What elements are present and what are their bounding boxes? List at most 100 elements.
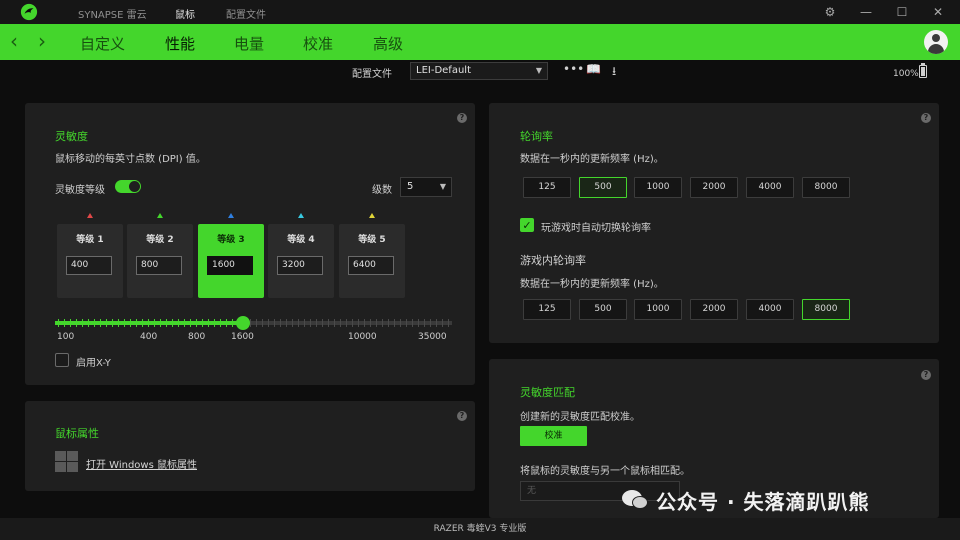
ingame-polling-desc: 数据在一秒内的更新频率 (Hz)。 [520, 279, 664, 290]
slider-tick [442, 319, 443, 327]
slider-tick [166, 319, 167, 327]
chevron-down-icon: ▼ [535, 66, 542, 75]
stage-toggle[interactable] [115, 180, 141, 193]
level-dpi-input[interactable]: 3200 [277, 256, 323, 275]
slider-tick [226, 319, 227, 327]
tab-calibration[interactable]: 校准 [303, 33, 333, 54]
help-icon[interactable]: ? [457, 411, 467, 421]
tab-power[interactable]: 电量 [234, 33, 264, 54]
chevron-down-icon: ▼ [439, 182, 446, 191]
calibrate-button[interactable]: 校准 [520, 426, 587, 446]
dpi-slider-thumb[interactable] [236, 316, 250, 330]
slider-tick [382, 319, 383, 327]
level-card-3[interactable]: 等级 3 1600 [198, 224, 264, 298]
level-dpi-input[interactable]: 6400 [348, 256, 394, 275]
more-options-icon[interactable]: ••• [563, 62, 584, 76]
slider-label: 400 [140, 332, 158, 342]
level-count-dropdown[interactable]: 5 ▼ [400, 177, 452, 197]
auto-switch-checkbox[interactable]: ✓ [520, 218, 534, 232]
slider-tick [352, 319, 353, 327]
open-mouse-properties-link[interactable]: 打开 Windows 鼠标属性 [86, 456, 197, 471]
slider-tick [88, 319, 89, 327]
slider-tick [340, 319, 341, 327]
maximize-icon[interactable]: ☐ [890, 2, 914, 22]
help-icon[interactable]: ? [921, 370, 931, 380]
slider-tick [322, 319, 323, 327]
profile-label: 配置文件 [352, 69, 392, 80]
rate-2000-button[interactable]: 2000 [690, 177, 738, 198]
title-bar: SYNAPSE 雷云 鼠标 配置文件 ⚙ — ☐ ✕ [0, 0, 960, 24]
ingame-rate-8000-button[interactable]: 8000 [802, 299, 850, 320]
book-icon[interactable]: 📖 [586, 62, 601, 76]
slider-tick [118, 319, 119, 327]
titlebar-tab-profiles[interactable]: 配置文件 [226, 6, 266, 21]
slider-tick [184, 319, 185, 327]
level-card-4[interactable]: 等级 4 3200 [268, 224, 334, 298]
rate-8000-button[interactable]: 8000 [802, 177, 850, 198]
slider-tick [436, 319, 437, 327]
level-dpi-input[interactable]: 1600 [207, 256, 253, 275]
tab-advanced[interactable]: 高级 [373, 33, 403, 54]
slider-tick [82, 319, 83, 327]
rate-4000-button[interactable]: 4000 [746, 177, 794, 198]
xy-checkbox[interactable] [55, 353, 69, 367]
rate-125-button[interactable]: 125 [523, 177, 571, 198]
slider-tick [364, 319, 365, 327]
download-icon[interactable]: ⭳ [612, 62, 616, 83]
slider-tick [160, 319, 161, 327]
slider-tick [280, 319, 281, 327]
user-avatar[interactable] [924, 30, 948, 54]
profile-dropdown[interactable]: LEI-Default ▼ [410, 62, 548, 80]
gear-icon[interactable]: ⚙ [818, 2, 842, 22]
rate-1000-button[interactable]: 1000 [634, 177, 682, 198]
sensitivity-match-desc: 创建新的灵敏度匹配校准。 [520, 412, 640, 423]
slider-tick [394, 319, 395, 327]
slider-tick [154, 319, 155, 327]
help-icon[interactable]: ? [921, 113, 931, 123]
sensitivity-desc: 鼠标移动的每英寸点数 (DPI) 值。 [55, 154, 206, 165]
mouse-properties-title: 鼠标属性 [55, 427, 99, 440]
ingame-rate-4000-button[interactable]: 4000 [746, 299, 794, 320]
slider-tick [298, 319, 299, 327]
sensitivity-title: 灵敏度 [55, 130, 88, 143]
forward-arrow-icon[interactable]: › [38, 29, 46, 53]
minimize-icon[interactable]: — [854, 2, 878, 22]
level-count-value: 5 [407, 181, 414, 192]
slider-tick [112, 319, 113, 327]
slider-tick [274, 319, 275, 327]
rate-500-button[interactable]: 500 [579, 177, 627, 198]
level-dpi-input[interactable]: 800 [136, 256, 182, 275]
windows-logo-icon [55, 451, 79, 473]
ingame-rate-1000-button[interactable]: 1000 [634, 299, 682, 320]
mouse-properties-panel [25, 401, 475, 491]
ingame-rate-125-button[interactable]: 125 [523, 299, 571, 320]
slider-label: 100 [57, 332, 75, 342]
tab-customize[interactable]: 自定义 [80, 33, 125, 54]
back-arrow-icon[interactable]: ‹ [10, 29, 18, 53]
close-icon[interactable]: ✕ [926, 2, 950, 22]
tab-performance[interactable]: 性能 [165, 33, 195, 54]
level-dpi-input[interactable]: 400 [66, 256, 112, 275]
auto-switch-label: 玩游戏时自动切换轮询率 [541, 223, 651, 234]
level-card-1[interactable]: 等级 1 400 [57, 224, 123, 298]
profile-value: LEI-Default [416, 65, 471, 76]
slider-tick [268, 319, 269, 327]
ingame-rate-500-button[interactable]: 500 [579, 299, 627, 320]
level-4-indicator [298, 213, 304, 218]
level-card-2[interactable]: 等级 2 800 [127, 224, 193, 298]
titlebar-tab-mouse[interactable]: 鼠标 [175, 6, 195, 21]
level-label: 等级 4 [287, 235, 315, 245]
slider-tick [58, 319, 59, 327]
match-desc: 将鼠标的灵敏度与另一个鼠标相匹配。 [520, 466, 690, 477]
help-icon[interactable]: ? [457, 113, 467, 123]
ingame-rate-2000-button[interactable]: 2000 [690, 299, 738, 320]
polling-desc: 数据在一秒内的更新频率 (Hz)。 [520, 154, 664, 165]
level-1-indicator [87, 213, 93, 218]
slider-label: 800 [188, 332, 206, 342]
slider-tick [148, 319, 149, 327]
slider-tick [286, 319, 287, 327]
level-label: 等级 5 [358, 235, 386, 245]
level-count-label: 级数 [372, 185, 392, 196]
slider-tick [106, 319, 107, 327]
level-card-5[interactable]: 等级 5 6400 [339, 224, 405, 298]
